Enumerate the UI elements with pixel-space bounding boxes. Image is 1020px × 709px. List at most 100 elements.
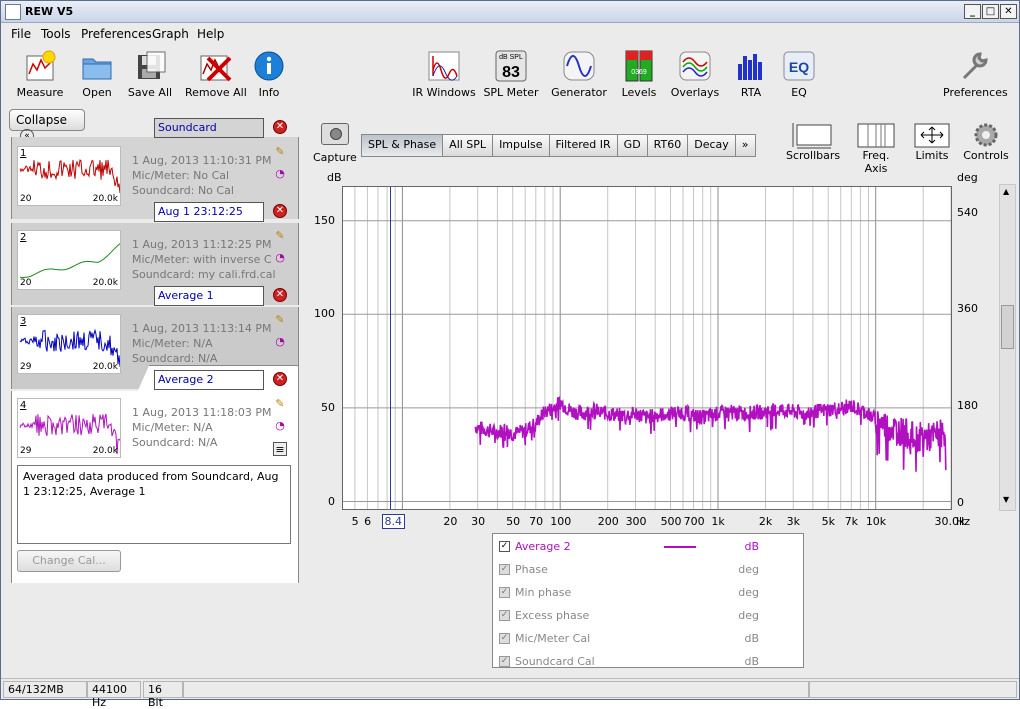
y-tick-label: 50 (321, 400, 335, 414)
menu-tools[interactable]: Tools (41, 27, 71, 41)
freq-axis-button[interactable]: Freq. Axis (850, 121, 902, 175)
measurement-notes[interactable]: Averaged data produced from Soundcard, A… (17, 465, 291, 544)
tab-filtered-ir[interactable]: Filtered IR (549, 134, 618, 157)
ir-windows-button[interactable]: IR Windows (411, 50, 477, 99)
limits-button[interactable]: Limits (912, 121, 952, 162)
legend-row[interactable]: ✓ Soundcard Cal dB (499, 653, 799, 671)
legend-row[interactable]: ✓ Average 2 dB (499, 538, 799, 556)
measure-button[interactable]: Measure (15, 50, 65, 99)
measurement-thumbnail[interactable]: 2 20 20.0k (17, 230, 121, 290)
collapse-button[interactable]: Collapse « (9, 109, 85, 143)
delete-measurement-icon[interactable]: ✕ (273, 288, 287, 302)
remove-all-button[interactable]: Remove All (185, 50, 247, 99)
scroll-down-arrow-icon[interactable]: ▼ (1003, 495, 1009, 504)
measurement-thumbnail[interactable]: 3 29 20.0k (17, 314, 121, 374)
y2-tick-label: 0 (957, 495, 964, 509)
open-button[interactable]: Open (75, 50, 119, 99)
rta-button[interactable]: RTA (731, 50, 771, 99)
bit-depth-status: 16 Bit (143, 681, 183, 709)
info-icon (252, 50, 286, 82)
edit-icon[interactable]: ✎ (273, 145, 287, 159)
tab-spl-phase[interactable]: SPL & Phase (361, 134, 444, 157)
legend-checkbox[interactable]: ✓ (499, 656, 510, 667)
capture-button[interactable]: Capture (313, 123, 357, 164)
maximize-button[interactable]: □ (982, 4, 999, 19)
legend-row[interactable]: ✓ Phase deg (499, 561, 799, 579)
edit-icon[interactable]: ✎ (273, 229, 287, 243)
x-tick-label: 10k (865, 515, 887, 528)
legend-label: Excess phase (515, 609, 590, 622)
x-tick-label: 3k (786, 515, 800, 528)
edit-icon[interactable]: ✎ (273, 313, 287, 327)
delete-measurement-icon[interactable]: ✕ (273, 204, 287, 218)
vertical-scrollbar[interactable]: ▲ ▼ (999, 184, 1016, 511)
legend-swatch (664, 546, 696, 548)
measurement-name-field[interactable]: Average 1 (154, 286, 264, 306)
overlays-icon (678, 50, 712, 82)
levels-button[interactable]: 0369 Levels (619, 50, 659, 99)
measurement-name-field[interactable]: Average 2 (154, 370, 264, 390)
svg-text:EQ: EQ (789, 59, 809, 75)
svg-text:83: 83 (502, 64, 520, 81)
delete-measurement-icon[interactable]: ✕ (273, 372, 287, 386)
scroll-up-arrow-icon[interactable]: ▲ (1003, 187, 1009, 196)
y-tick-label: 0 (328, 494, 335, 508)
generator-button[interactable]: Generator (551, 50, 607, 99)
menu-preferences[interactable]: Preferences (81, 27, 152, 41)
minimize-button[interactable]: _ (964, 4, 981, 19)
tab-decay[interactable]: Decay (688, 134, 736, 157)
measurement-name-field[interactable]: Aug 1 23:12:25 (154, 202, 264, 222)
controls-button[interactable]: Controls (963, 121, 1009, 162)
tab-impulse[interactable]: Impulse (493, 134, 550, 157)
x-tick-label: 7k (844, 515, 859, 528)
tab-all-spl[interactable]: All SPL (443, 134, 494, 157)
close-button[interactable]: ✕ (1000, 4, 1017, 19)
legend-checkbox[interactable]: ✓ (499, 610, 510, 621)
legend-row[interactable]: ✓ Min phase deg (499, 584, 799, 602)
cal-icon[interactable]: ◔ (273, 167, 287, 181)
scrollbar-thumb[interactable] (1001, 305, 1014, 349)
legend-row[interactable]: ✓ Excess phase deg (499, 607, 799, 625)
info-button[interactable]: Info (251, 50, 287, 99)
scrollbars-button[interactable]: Scrollbars (786, 121, 840, 162)
menu-file[interactable]: File (11, 27, 31, 41)
legend-label: Phase (515, 563, 548, 576)
legend-checkbox[interactable]: ✓ (499, 564, 510, 575)
legend-row[interactable]: ✓ Mic/Meter Cal dB (499, 630, 799, 648)
notes-icon[interactable]: ≡ (273, 442, 287, 456)
ir-windows-icon (427, 50, 461, 82)
tab-gd[interactable]: GD (617, 134, 648, 157)
cal-icon[interactable]: ◔ (273, 335, 287, 349)
measurement-info: 1 Aug, 2013 11:18:03 PM Mic/Meter: N/A S… (132, 406, 272, 449)
x-tick-label: 5 (351, 515, 359, 528)
rta-icon (734, 50, 768, 82)
menu-graph[interactable]: Graph (152, 27, 189, 41)
x-tick-label: 2k (758, 515, 773, 528)
save-icon (133, 50, 167, 82)
cal-icon[interactable]: ◔ (273, 419, 287, 433)
tab-more[interactable]: » (735, 134, 756, 157)
preferences-button[interactable]: Preferences (943, 50, 1008, 99)
save-all-button[interactable]: Save All (127, 50, 173, 99)
cursor-frequency-label[interactable]: 8.4 (381, 514, 405, 529)
edit-icon[interactable]: ✎ (273, 397, 287, 411)
menu-help[interactable]: Help (197, 27, 224, 41)
java-app-icon (5, 4, 21, 20)
spl-phase-graph[interactable] (342, 186, 952, 510)
legend-checkbox[interactable]: ✓ (499, 541, 510, 552)
thumbnail-trace (19, 243, 120, 278)
overlays-button[interactable]: Overlays (669, 50, 721, 99)
eq-button[interactable]: EQ EQ (781, 50, 817, 99)
measurement-thumbnail[interactable]: 4 29 20.0k (17, 398, 121, 458)
tab-rt60[interactable]: RT60 (647, 134, 689, 157)
spl-meter-button[interactable]: dB SPL 83 SPL Meter (483, 50, 539, 99)
legend-checkbox[interactable]: ✓ (499, 587, 510, 598)
svg-text:dB SPL: dB SPL (499, 54, 523, 61)
cal-icon[interactable]: ◔ (273, 251, 287, 265)
measurement-name-field[interactable]: Soundcard (154, 118, 264, 138)
y2-tick-label: 540 (957, 205, 978, 219)
change-cal-button[interactable]: Change Cal... (17, 550, 121, 572)
delete-measurement-icon[interactable]: ✕ (273, 120, 287, 134)
legend-checkbox[interactable]: ✓ (499, 633, 510, 644)
measurement-thumbnail[interactable]: 1 20 20.0k (17, 146, 121, 206)
